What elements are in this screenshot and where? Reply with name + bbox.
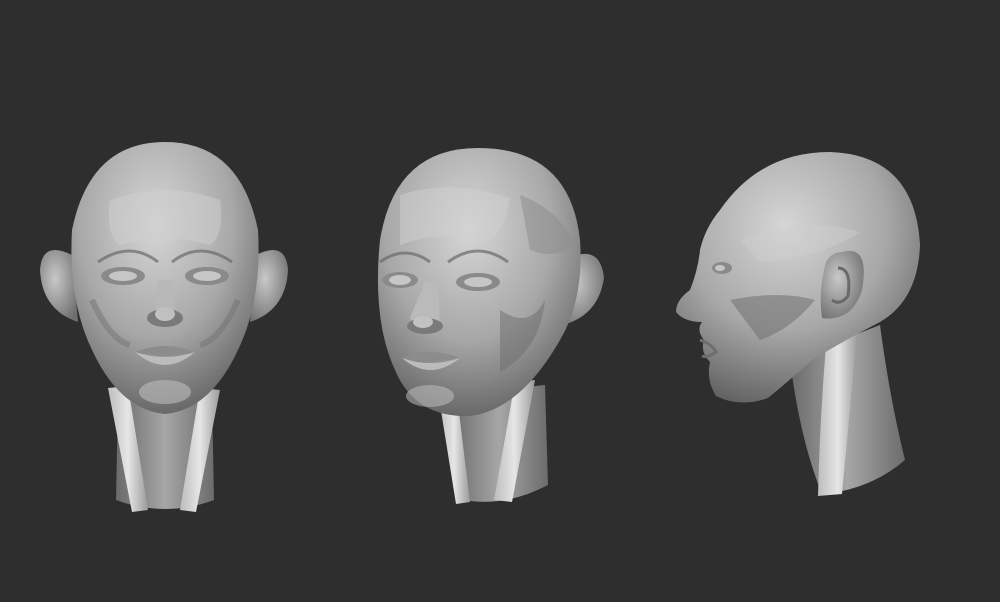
front-forehead-plane xyxy=(108,190,222,245)
front-skull xyxy=(71,142,259,414)
front-view-head xyxy=(40,142,288,512)
sculpt-render-viewport xyxy=(0,0,1000,602)
three-quarter-view-head xyxy=(377,148,604,504)
profile-view-head xyxy=(676,152,920,496)
head-sculpts-render xyxy=(40,142,920,512)
profile-eye xyxy=(712,262,732,274)
